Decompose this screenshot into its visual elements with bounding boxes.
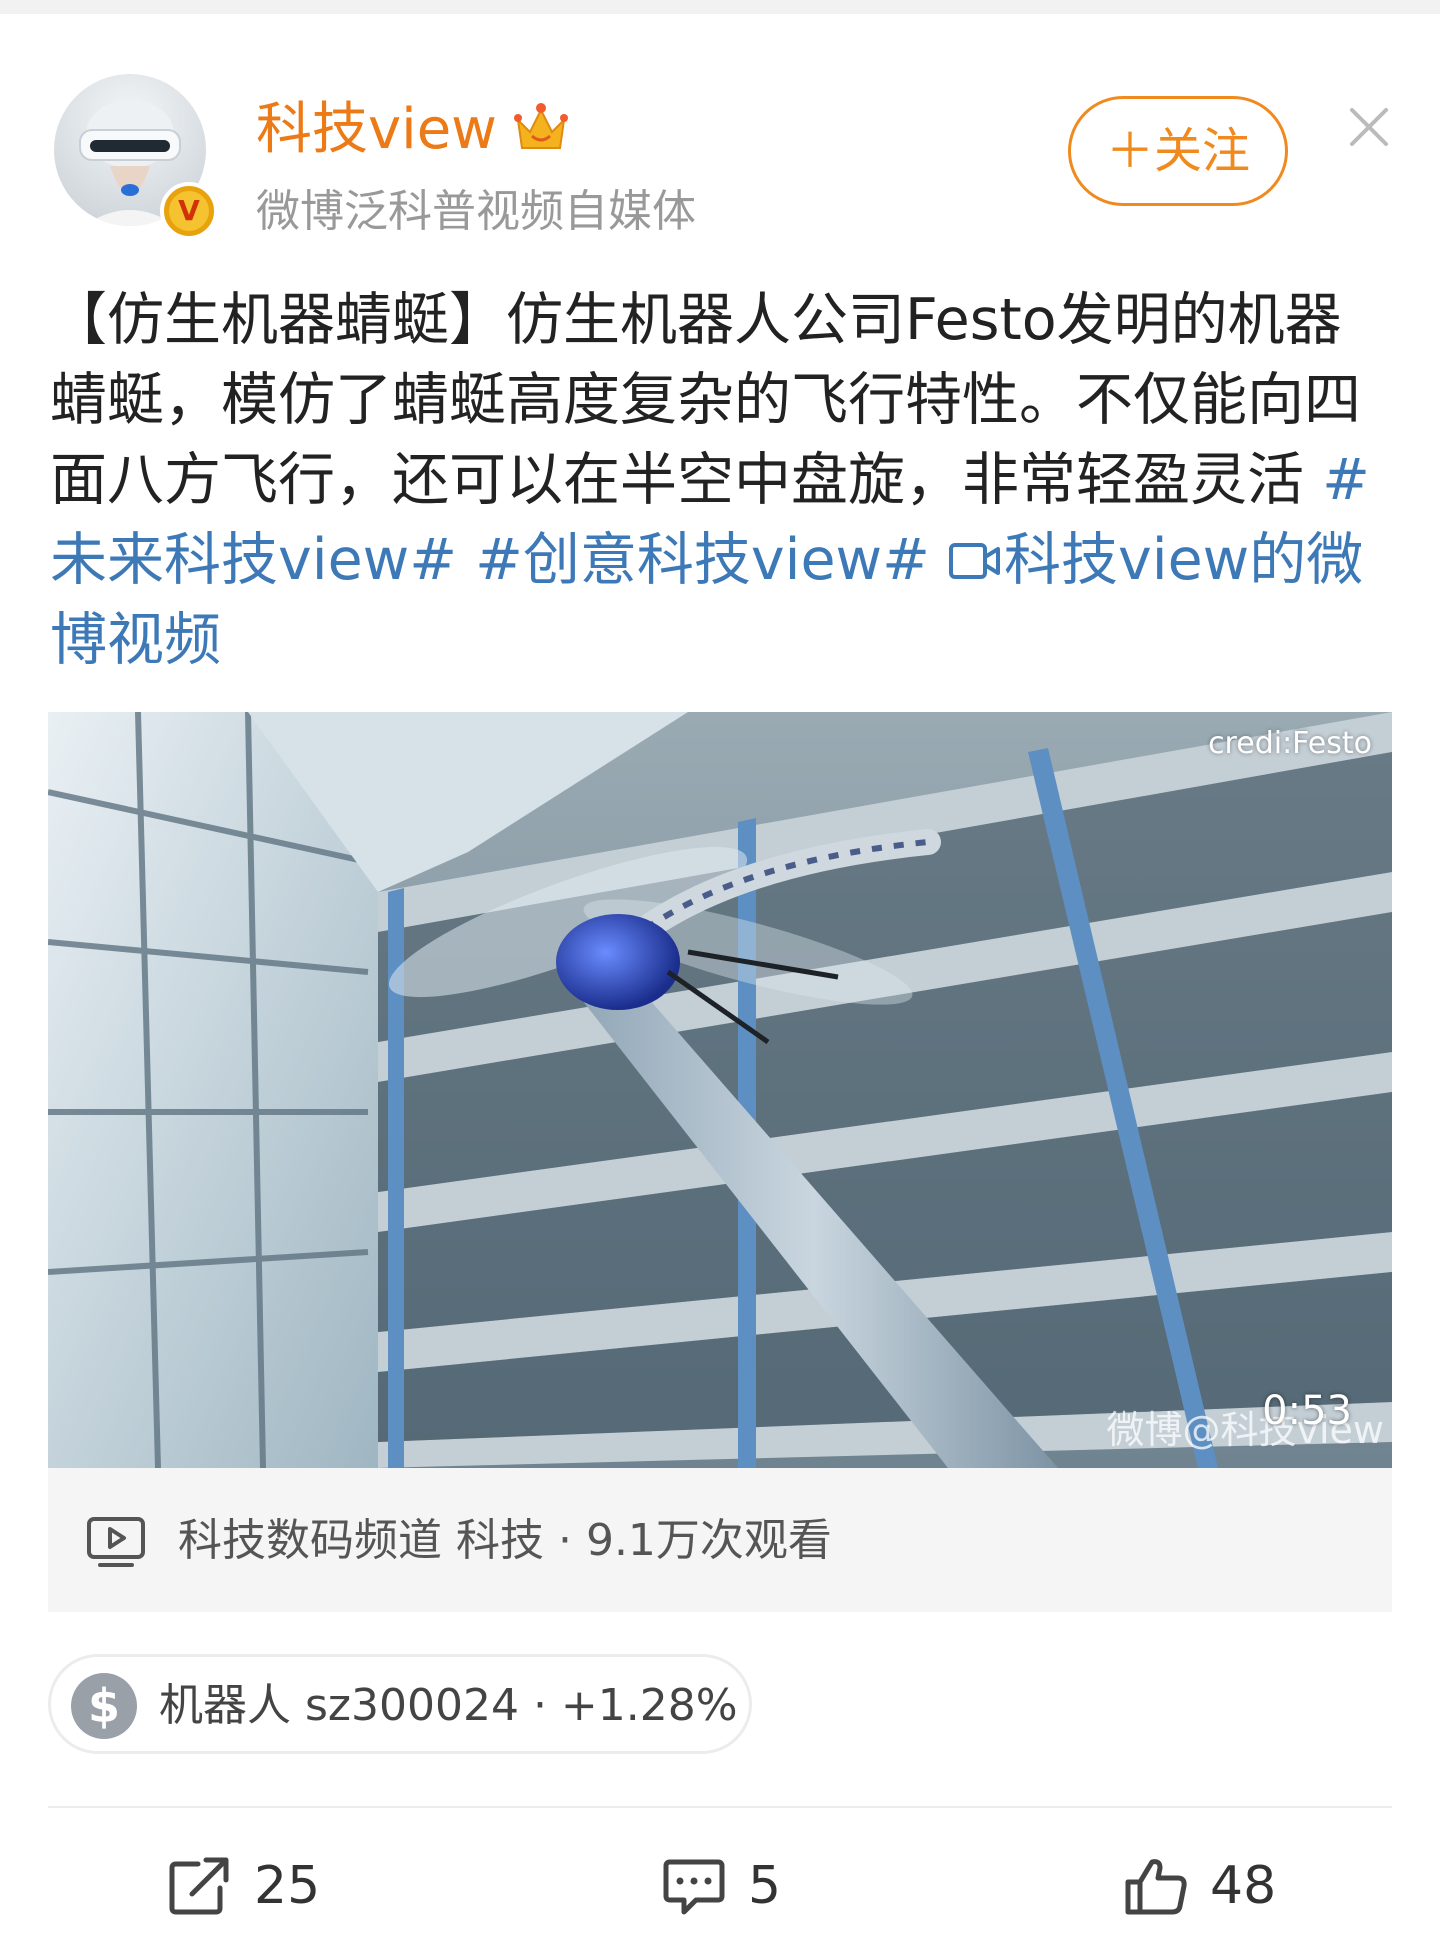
close-icon[interactable] bbox=[1348, 106, 1390, 148]
hashtag-link[interactable]: #创意科技view# bbox=[475, 527, 930, 593]
comment-icon bbox=[663, 1859, 725, 1915]
like-icon bbox=[1125, 1859, 1187, 1915]
verified-badge: V bbox=[160, 182, 218, 240]
stock-tag[interactable]: $ 机器人 sz300024 · +1.28% bbox=[48, 1654, 752, 1754]
dollar-icon: $ bbox=[71, 1673, 137, 1739]
weibo-post-card: V 科技view 微博泛科普视频自媒体 ＋关注 【仿生机器蜻蜓】仿生机器人公司F… bbox=[0, 14, 1440, 1938]
video-thumbnail bbox=[48, 712, 1392, 1468]
follow-button[interactable]: ＋关注 bbox=[1068, 96, 1288, 206]
video-info-text: 科技数码频道 科技 · 9.1万次观看 bbox=[178, 1515, 832, 1566]
play-icon bbox=[87, 1517, 145, 1567]
post-body-text: 【仿生机器蜻蜓】仿生机器人公司Festo发明的机器蜻蜓，模仿了蜻蜓高度复杂的飞行… bbox=[50, 287, 1361, 513]
video-info-bar[interactable]: 科技数码频道 科技 · 9.1万次观看 bbox=[48, 1468, 1392, 1612]
video-player[interactable]: credi:Festo 微博@科技view 0:53 bbox=[48, 712, 1392, 1468]
stock-text: 机器人 sz300024 · +1.28% bbox=[159, 1680, 738, 1731]
crown-icon bbox=[514, 103, 568, 149]
username[interactable]: 科技view bbox=[256, 94, 497, 166]
video-credit: credi:Festo bbox=[1208, 726, 1372, 761]
post-text: 【仿生机器蜻蜓】仿生机器人公司Festo发明的机器蜻蜓，模仿了蜻蜓高度复杂的飞行… bbox=[50, 280, 1390, 680]
divider bbox=[48, 1806, 1392, 1808]
user-description: 微博泛科普视频自媒体 bbox=[256, 186, 696, 237]
like-count: 48 bbox=[1210, 1856, 1277, 1916]
repost-count: 25 bbox=[254, 1856, 321, 1916]
repost-icon bbox=[169, 1857, 229, 1915]
comment-count: 5 bbox=[748, 1856, 782, 1916]
video-link-icon bbox=[949, 543, 1001, 579]
video-duration: 0:53 bbox=[1262, 1388, 1352, 1434]
